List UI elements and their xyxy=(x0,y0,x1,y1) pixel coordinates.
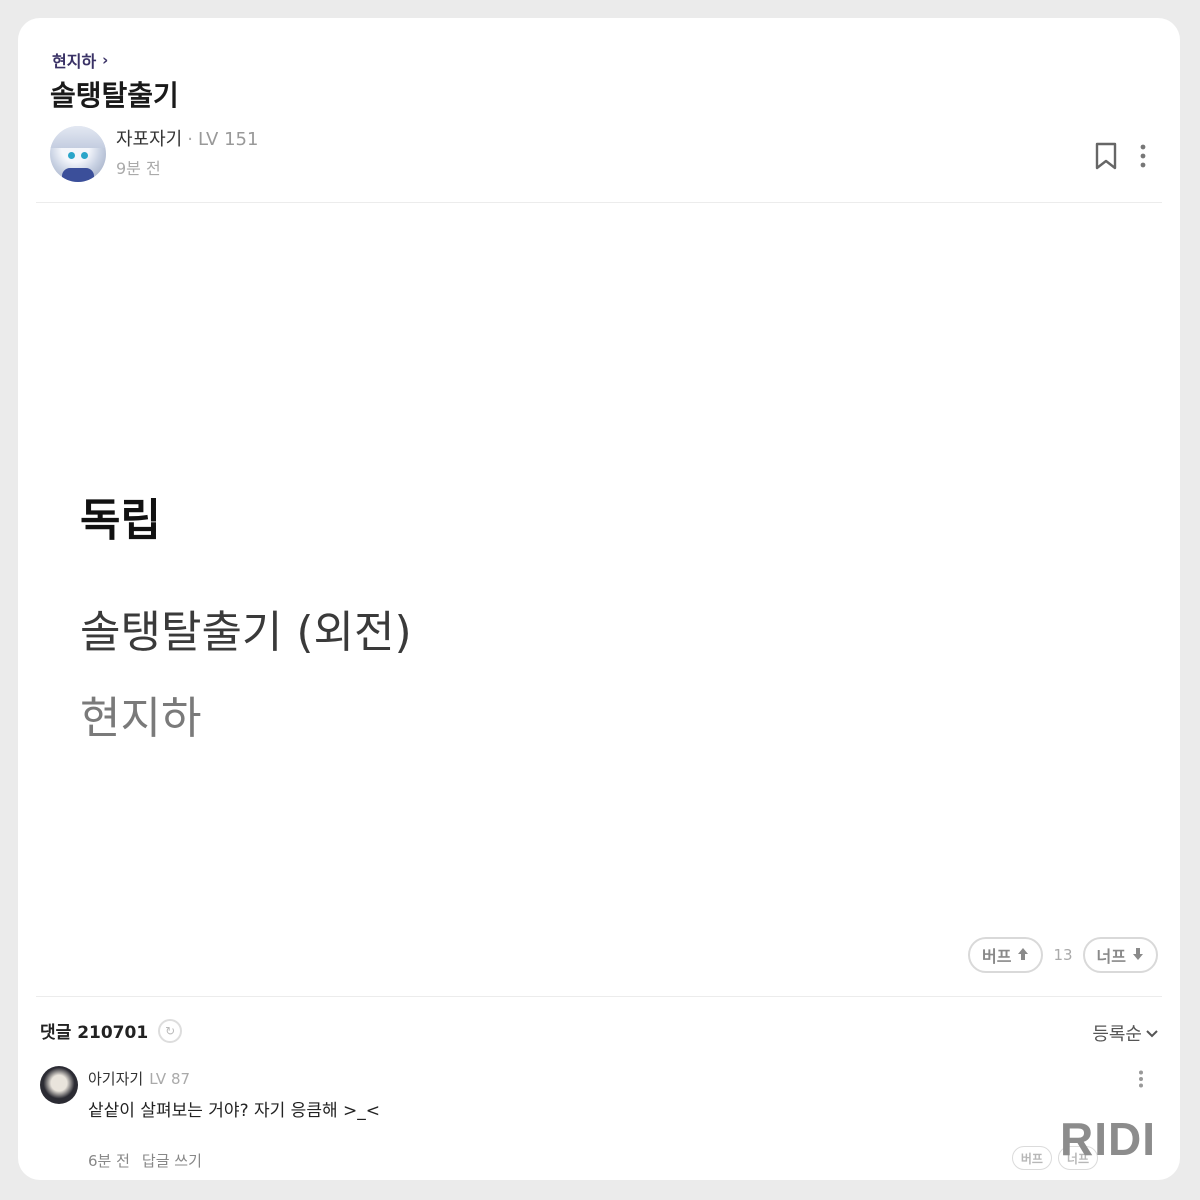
vote-count: 13 xyxy=(1053,946,1073,964)
author-name[interactable]: 자포자기 xyxy=(116,129,182,150)
refresh-icon[interactable]: ↻ xyxy=(158,1018,183,1043)
arrow-up-icon xyxy=(1017,946,1029,965)
more-vertical-icon[interactable] xyxy=(1140,144,1146,172)
vote-bar: 버프 13 너프 xyxy=(968,937,1158,973)
author-block: 자포자기 · LV 151 9분 전 xyxy=(50,126,258,182)
breadcrumb[interactable]: 현지하 › xyxy=(52,48,108,72)
comment-time: 6분 전 xyxy=(88,1152,130,1170)
buff-button[interactable]: 버프 xyxy=(968,937,1044,973)
post-actions xyxy=(1094,142,1146,174)
comment-text: 샅샅이 살펴보는 거야? 자기 응큼해 >_< xyxy=(88,1101,380,1121)
reply-button[interactable]: 답글 쓰기 xyxy=(142,1150,202,1171)
ridi-watermark: RIDI xyxy=(1060,1113,1156,1165)
buff-label: 버프 xyxy=(982,947,1012,966)
comments-header: 댓글 210701 ↻ xyxy=(40,1018,183,1043)
nerf-label: 너프 xyxy=(1096,947,1126,966)
comment-buff-button[interactable]: 버프 xyxy=(1011,1146,1052,1170)
bookmark-icon[interactable] xyxy=(1094,142,1118,174)
separator: · xyxy=(187,129,193,150)
body-heading: 독립 xyxy=(80,495,161,546)
chevron-right-icon: › xyxy=(102,51,109,69)
page-title: 솔탱탈출기 xyxy=(50,79,179,112)
divider xyxy=(36,996,1162,997)
comment-author[interactable]: 아기자기 xyxy=(88,1070,143,1088)
body-title: 솔탱탈출기 (외전) xyxy=(80,607,412,658)
sort-dropdown[interactable]: 등록순 xyxy=(1092,1020,1158,1046)
comment-level: LV 87 xyxy=(149,1070,191,1088)
nerf-button[interactable]: 너프 xyxy=(1082,937,1158,973)
comment-avatar[interactable] xyxy=(40,1066,78,1104)
author-level: LV 151 xyxy=(197,129,259,150)
post-card: 현지하 › 솔탱탈출기 자포자기 · LV 151 9분 전 독립 솔탱탈출기 … xyxy=(18,18,1180,1180)
divider xyxy=(36,202,1162,203)
chevron-down-icon xyxy=(1146,1023,1158,1044)
sort-label: 등록순 xyxy=(1092,1024,1142,1045)
post-time: 9분 전 xyxy=(116,159,161,178)
breadcrumb-label[interactable]: 현지하 xyxy=(52,48,96,72)
comment-more-icon[interactable] xyxy=(1138,1070,1144,1092)
avatar[interactable] xyxy=(50,126,106,182)
comments-count: 댓글 210701 xyxy=(40,1023,149,1043)
body-author: 현지하 xyxy=(80,693,202,744)
arrow-down-icon xyxy=(1132,946,1144,965)
